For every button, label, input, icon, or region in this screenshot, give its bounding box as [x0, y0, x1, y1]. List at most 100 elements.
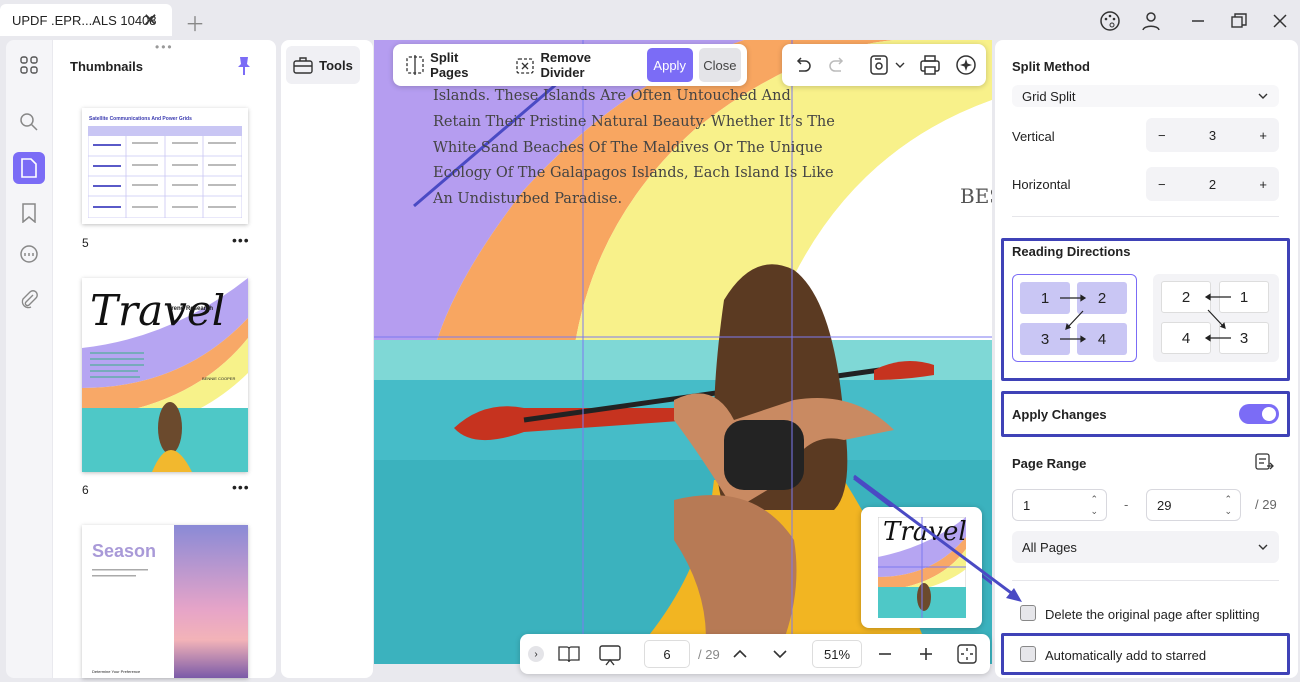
thumb-subtitle: Trend Research: [168, 306, 214, 312]
more-options-icon[interactable]: •••: [232, 479, 250, 495]
thumbnail-page-5[interactable]: Satellite Communications And Power Grids: [82, 108, 248, 224]
spin-arrows-icon[interactable]: ⌃ ⌄: [1224, 493, 1232, 517]
range-dash: -: [1124, 497, 1129, 512]
bookmark-icon[interactable]: [14, 198, 44, 228]
apply-button[interactable]: Apply: [646, 48, 693, 82]
edit-toolbar: [782, 44, 986, 86]
direction-arrows-icon: [1204, 293, 1231, 342]
split-toolbar: Split Pages Remove Divider Apply Close: [393, 44, 747, 86]
page-range-from-input[interactable]: 1 ⌃ ⌄: [1012, 489, 1107, 521]
grid-view-icon[interactable]: [14, 50, 44, 80]
plus-icon[interactable]: +: [1259, 177, 1267, 192]
direction-arrows-icon: [1060, 294, 1087, 343]
page-range-icon[interactable]: [1254, 452, 1274, 475]
close-button[interactable]: Close: [698, 48, 742, 82]
from-value: 1: [1023, 497, 1031, 513]
document-tab[interactable]: UPDF .EPR...ALS 10408 ✕: [0, 4, 172, 36]
account-icon[interactable]: [1138, 8, 1164, 34]
auto-star-checkbox[interactable]: [1020, 646, 1036, 662]
vertical-label: Vertical: [1012, 129, 1055, 144]
split-method-label: Split Method: [1012, 59, 1090, 74]
preview-title: Travel: [883, 517, 967, 547]
zoom-out-icon[interactable]: [875, 644, 895, 667]
print-icon[interactable]: [918, 53, 942, 77]
current-page: 6: [663, 646, 671, 662]
text-line: White Sand Beaches Of The Maldives Or Th…: [433, 139, 823, 156]
thumbnail-page-6[interactable]: Travel Trend Research BENNIE COOPER: [82, 278, 248, 472]
text-line: An Undisturbed Paradise.: [433, 191, 623, 208]
split-pages-icon: [406, 55, 424, 75]
page-corner-text: BES: [960, 184, 992, 208]
remove-divider-button[interactable]: Remove Divider: [509, 50, 640, 80]
close-tab-icon[interactable]: ✕: [143, 10, 158, 31]
more-options-icon[interactable]: •••: [232, 232, 250, 248]
horizontal-value: 2: [1208, 176, 1217, 192]
split-pages-button[interactable]: Split Pages: [399, 50, 503, 80]
page-number-input[interactable]: 6: [644, 640, 690, 668]
redo-icon[interactable]: [826, 53, 850, 77]
spin-arrows-icon[interactable]: ⌃ ⌄: [1090, 493, 1098, 517]
horizontal-stepper[interactable]: − 2 +: [1146, 167, 1279, 201]
restore-icon[interactable]: [1226, 8, 1252, 34]
page-number-label: 6: [82, 483, 89, 497]
thumb-author: BENNIE COOPER: [202, 376, 236, 381]
minus-icon[interactable]: −: [1158, 177, 1166, 192]
text-line: Ecology Of The Galapagos Islands, Each I…: [433, 165, 834, 182]
panel-drag-handle[interactable]: •••: [155, 40, 174, 54]
minus-icon[interactable]: −: [1158, 128, 1166, 143]
chevron-down-icon: [1258, 93, 1268, 99]
plus-icon[interactable]: +: [1259, 128, 1267, 143]
thumbnails-page-icon[interactable]: [13, 152, 45, 184]
reading-directions-label: Reading Directions: [1012, 244, 1131, 259]
divider: [1012, 216, 1279, 217]
minimize-icon[interactable]: [1185, 8, 1211, 34]
pin-icon[interactable]: [236, 56, 252, 79]
expand-icon[interactable]: ›: [528, 646, 544, 662]
fit-page-icon[interactable]: [956, 643, 978, 668]
page-subset-select[interactable]: All Pages: [1012, 531, 1279, 563]
divider: [1012, 580, 1279, 581]
undo-icon[interactable]: [790, 53, 814, 77]
thumb-title: Season: [92, 541, 157, 561]
page-range-label: Page Range: [1012, 456, 1087, 471]
delete-original-label: Delete the original page after splitting: [1045, 607, 1260, 622]
text-line: Islands. These Islands Are Often Untouch…: [433, 88, 791, 104]
next-page-icon[interactable]: [770, 644, 790, 667]
presentation-icon[interactable]: [598, 644, 622, 669]
thumbnail-page-7[interactable]: Season Determine Your Preference: [82, 525, 248, 678]
tools-column: [281, 40, 373, 678]
vertical-value: 3: [1208, 127, 1217, 143]
theme-palette-icon[interactable]: [1097, 8, 1123, 34]
document-canvas[interactable]: Islands. These Islands Are Often Untouch…: [374, 40, 992, 664]
zoom-in-icon[interactable]: [916, 644, 936, 667]
reading-direction-option-rtl[interactable]: 2 1 4 3: [1153, 274, 1279, 362]
save-icon[interactable]: [867, 53, 891, 77]
page-preview-card[interactable]: Travel: [861, 507, 982, 628]
search-icon[interactable]: [14, 107, 44, 137]
tools-button[interactable]: Tools: [286, 46, 360, 84]
zoom-level-input[interactable]: 51%: [812, 640, 862, 668]
previous-page-icon[interactable]: [730, 644, 750, 667]
delete-original-checkbox[interactable]: [1020, 605, 1036, 621]
chevron-down-icon[interactable]: [894, 53, 906, 77]
split-method-select[interactable]: Grid Split: [1012, 85, 1279, 107]
tab-title: UPDF .EPR...ALS 10408: [12, 12, 157, 28]
page-range-to-input[interactable]: 29 ⌃ ⌄: [1146, 489, 1241, 521]
reading-mode-icon[interactable]: [558, 644, 580, 667]
thumb-footer: Determine Your Preference: [92, 669, 141, 674]
close-window-icon[interactable]: [1267, 8, 1293, 34]
new-tab-icon[interactable]: ＋: [185, 8, 205, 37]
vertical-stepper[interactable]: − 3 +: [1146, 118, 1279, 152]
split-pages-label: Split Pages: [430, 50, 469, 80]
thumbnails-title: Thumbnails: [70, 59, 143, 74]
tools-label: Tools: [319, 57, 353, 73]
bottom-toolbar: › 6 / 29 51%: [520, 634, 990, 674]
auto-star-label: Automatically add to starred: [1045, 648, 1207, 663]
comment-icon[interactable]: [14, 240, 44, 270]
zoom-value: 51%: [823, 646, 851, 662]
attachment-icon[interactable]: [14, 285, 44, 315]
reading-direction-option-ltr[interactable]: 1 2 3 4: [1012, 274, 1137, 362]
ai-assistant-icon[interactable]: [954, 53, 978, 77]
split-method-value: Grid Split: [1022, 88, 1076, 104]
apply-changes-toggle[interactable]: [1239, 404, 1279, 424]
